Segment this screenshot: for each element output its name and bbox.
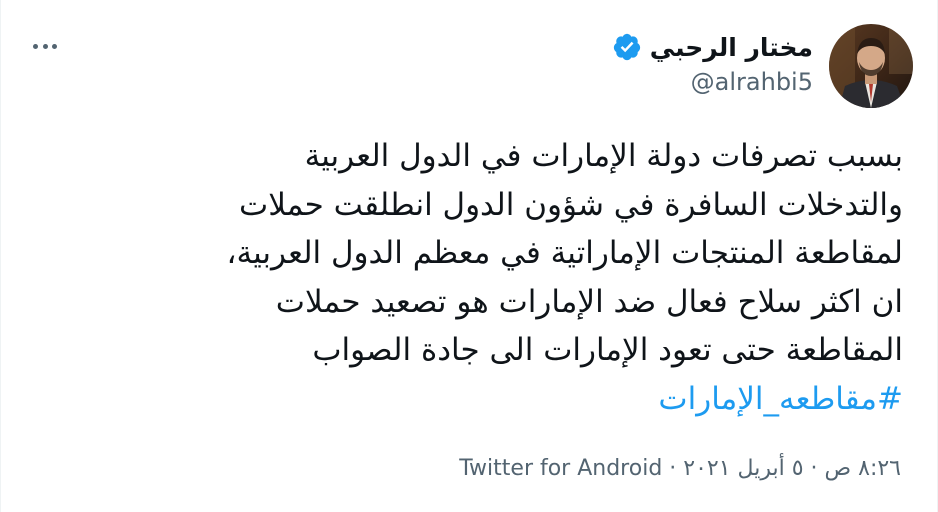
avatar[interactable] xyxy=(829,24,913,108)
tweet-text-line: ان اكثر سلاح فعال ضد الإمارات هو تصعيد ح… xyxy=(275,283,903,320)
meta-separator: · xyxy=(810,456,818,481)
author-handle[interactable]: @alrahbi5 xyxy=(612,68,813,96)
more-dot xyxy=(42,43,48,49)
author-block: مختار الرحبي @alrahbi5 xyxy=(612,28,813,96)
verified-badge-icon xyxy=(613,33,640,61)
more-options-icon[interactable] xyxy=(33,40,57,52)
more-dot xyxy=(33,43,38,49)
tweet-text-line: لمقاطعة المنتجات الإماراتية في معظم الدو… xyxy=(226,235,903,271)
tweet-text-line: والتدخلات السافرة في شؤون الدول انطلقت ح… xyxy=(239,186,903,223)
hashtag-link[interactable]: #مقاطعه_الإمارات xyxy=(163,375,903,424)
tweet-card: مختار الرحبي @alrahbi5 بسبب تصرفات دولة … xyxy=(0,0,938,512)
tweet-source[interactable]: Twitter for Android xyxy=(459,456,662,481)
tweet-time[interactable]: ٨:٢٦ ص xyxy=(825,456,901,481)
avatar-photo xyxy=(829,24,913,108)
tweet-date[interactable]: ٥ أبريل ٢٠٢١ xyxy=(683,456,803,481)
tweet-text-line: المقاطعة حتى تعود الإمارات الى جادة الصو… xyxy=(312,332,903,368)
meta-separator: · xyxy=(669,456,677,481)
tweet-meta: ٨:٢٦ ص·٥ أبريل ٢٠٢١·Twitter for Android xyxy=(459,456,901,481)
author-display-name[interactable]: مختار الرحبي xyxy=(650,33,813,62)
author-name-row[interactable]: مختار الرحبي xyxy=(612,28,813,66)
tweet-text: بسبب تصرفات دولة الإمارات في الدول العرب… xyxy=(163,132,903,423)
tweet-text-line: بسبب تصرفات دولة الإمارات في الدول العرب… xyxy=(304,138,903,174)
more-dot xyxy=(52,43,57,49)
